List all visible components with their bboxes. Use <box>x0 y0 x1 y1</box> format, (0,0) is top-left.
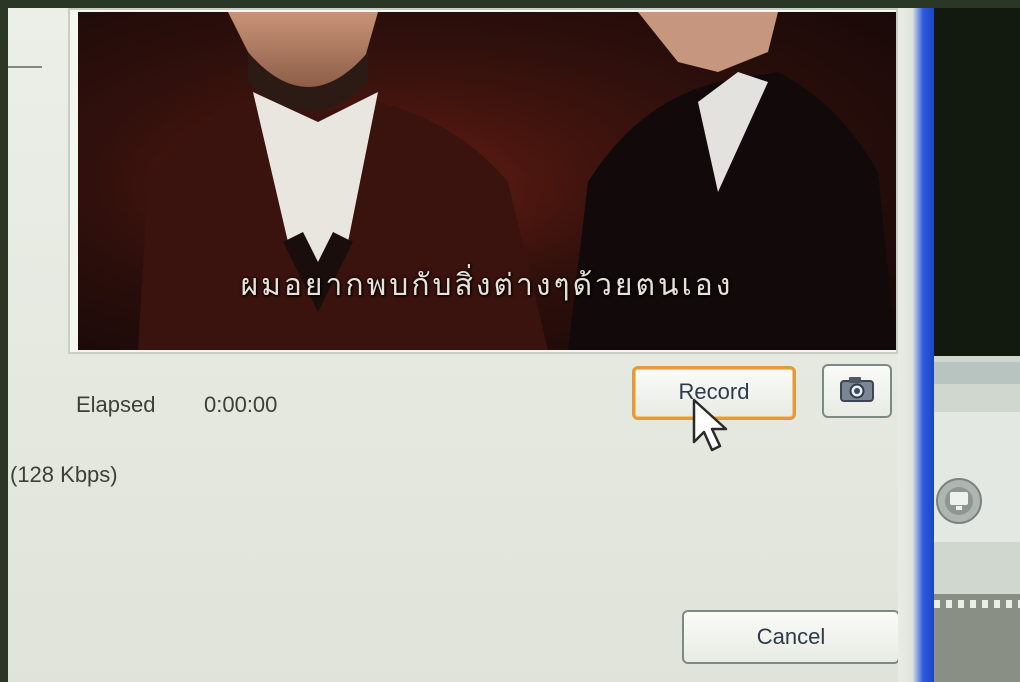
divider <box>8 66 42 68</box>
video-subtitle: ผมอยากพบกับสิ่งต่างๆด้วยตนเอง <box>240 268 734 303</box>
background-window-preview <box>934 8 1020 356</box>
screen: ผมอยากพบกับสิ่งต่างๆด้วยตนเอง Elapsed 0:… <box>0 0 1020 682</box>
monitor-icon[interactable] <box>934 476 984 526</box>
elapsed-label: Elapsed <box>76 392 156 417</box>
snapshot-button[interactable] <box>822 364 892 418</box>
camera-icon <box>840 377 874 402</box>
bitrate-label: (128 Kbps) <box>10 462 118 487</box>
mouse-cursor-icon <box>692 398 728 452</box>
panel-strip <box>934 362 1020 384</box>
elapsed-time: 0:00:00 <box>204 392 278 417</box>
cancel-button[interactable]: Cancel <box>682 610 900 664</box>
video-preview: ผมอยากพบกับสิ่งต่างๆด้วยตนเอง <box>78 12 896 350</box>
timeline-strip <box>934 594 1020 682</box>
window-border <box>898 8 934 682</box>
film-perforations <box>934 600 1020 608</box>
